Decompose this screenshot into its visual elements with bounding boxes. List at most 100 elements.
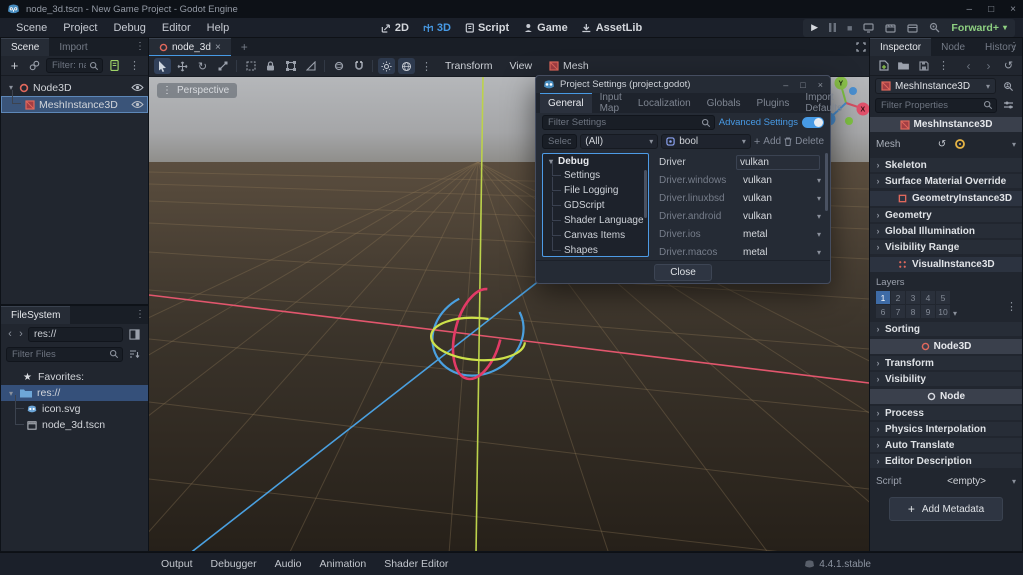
tab-scene[interactable]: Scene xyxy=(1,38,49,56)
setting-type-dropdown[interactable]: bool ▾ xyxy=(661,134,751,149)
selectable-rect-button[interactable] xyxy=(242,58,259,74)
driver-windows-dropdown[interactable]: vulkan▾ xyxy=(740,175,824,186)
driver-linuxbsd-dropdown[interactable]: vulkan▾ xyxy=(740,193,824,204)
renderer-selector[interactable]: Forward+▾ xyxy=(951,22,1007,34)
delete-setting-button[interactable]: Delete xyxy=(784,136,824,147)
scene-tree-menu-icon[interactable]: ⋮ xyxy=(126,58,143,74)
layers-menu-icon[interactable]: ⋮ xyxy=(1006,300,1017,313)
layer-cell-8[interactable]: 8 xyxy=(906,305,920,318)
window-close-button[interactable]: × xyxy=(1010,4,1016,15)
bottom-panel-shader-editor[interactable]: Shader Editor xyxy=(375,558,457,570)
visibility-eye-icon[interactable] xyxy=(131,83,144,92)
section-auto-translate[interactable]: ›Auto Translate xyxy=(870,438,1022,452)
script-dropdown-icon[interactable]: ▾ xyxy=(1012,477,1016,486)
instance-scene-button[interactable] xyxy=(26,58,43,74)
filesystem-menu-icon[interactable]: ⋮ xyxy=(135,309,145,320)
menu-help[interactable]: Help xyxy=(199,22,238,34)
dialog-close-button[interactable]: × xyxy=(818,80,823,90)
inspector-menu-icon[interactable]: ⋮ xyxy=(1009,41,1019,52)
bottom-panel-debugger[interactable]: Debugger xyxy=(202,558,266,570)
section-visibility[interactable]: ›Visibility xyxy=(870,372,1022,386)
move-tool-button[interactable] xyxy=(174,58,191,74)
tab-import[interactable]: Import xyxy=(49,38,97,56)
movie-maker-button[interactable] xyxy=(885,23,896,33)
tab-input-map[interactable]: Input Map xyxy=(592,93,630,113)
play-button[interactable]: ▶ xyxy=(811,22,818,33)
inspector-history-button[interactable]: ↺ xyxy=(1000,58,1017,74)
tab-filesystem[interactable]: FileSystem xyxy=(1,306,70,324)
advanced-settings-toggle[interactable] xyxy=(802,117,824,128)
sort-files-button[interactable] xyxy=(126,346,143,362)
inspector-forward-button[interactable]: › xyxy=(980,58,997,74)
new-scene-tab-button[interactable]: + xyxy=(231,38,258,56)
view-menu[interactable]: View xyxy=(502,60,539,72)
add-metadata-button[interactable]: + Add Metadata xyxy=(889,497,1003,521)
favorites-row[interactable]: ★ Favorites: xyxy=(1,369,148,385)
layer-cell-3[interactable]: 3 xyxy=(906,291,920,304)
layers-expand-icon[interactable]: ▾ xyxy=(953,309,957,318)
attach-script-button[interactable] xyxy=(106,58,123,74)
layer-cell-4[interactable]: 4 xyxy=(921,291,935,304)
inspector-back-button[interactable]: ‹ xyxy=(960,58,977,74)
filter-properties-input[interactable] xyxy=(875,98,997,113)
tab-general[interactable]: General xyxy=(540,93,592,113)
customize-run-button[interactable] xyxy=(929,22,940,33)
split-mode-button[interactable] xyxy=(126,326,143,342)
preview-environment-button[interactable] xyxy=(398,58,415,74)
scene-tab-node3d[interactable]: node_3d × xyxy=(149,38,231,56)
driver-value-field[interactable]: vulkan xyxy=(736,155,820,170)
tab-inspector[interactable]: Inspector xyxy=(870,38,931,56)
resource-options-icon[interactable]: ⋮ xyxy=(935,58,952,74)
dialog-minimize-button[interactable]: – xyxy=(783,80,788,90)
property-filter-options-button[interactable] xyxy=(1000,97,1017,113)
property-row-driver-ios[interactable]: Driver.ios metal▾ xyxy=(655,225,824,243)
revert-mesh-icon[interactable]: ↺ xyxy=(938,139,946,150)
save-resource-button[interactable] xyxy=(915,58,932,74)
layer-cell-9[interactable]: 9 xyxy=(921,305,935,318)
history-forward-button[interactable]: › xyxy=(17,328,25,340)
inspected-object-selector[interactable]: MeshInstance3D ▾ xyxy=(875,78,996,94)
lock-selected-button[interactable] xyxy=(262,58,279,74)
remote-debug-button[interactable] xyxy=(863,23,874,33)
preview-sun-button[interactable] xyxy=(378,58,395,74)
transform-menu[interactable]: Transform xyxy=(438,60,499,72)
driver-macos-dropdown[interactable]: metal▾ xyxy=(740,247,824,258)
switch-3d-button[interactable]: 3D xyxy=(423,22,451,34)
section-skeleton[interactable]: ›Skeleton xyxy=(870,158,1022,172)
setting-name-input[interactable] xyxy=(542,134,577,149)
subheader-geometryinstance3d[interactable]: GeometryInstance3D xyxy=(870,191,1022,206)
tree-item-shapes[interactable]: Shapes xyxy=(543,243,648,257)
window-minimize-button[interactable]: – xyxy=(967,4,973,15)
settings-category-tree[interactable]: ▾Debug Settings File Logging GDScript Sh… xyxy=(542,153,649,257)
tab-import-defaults[interactable]: Import Defaults xyxy=(797,93,850,113)
bottom-panel-output[interactable]: Output xyxy=(152,558,202,570)
driver-android-dropdown[interactable]: vulkan▾ xyxy=(740,211,824,222)
property-row-driver-linuxbsd[interactable]: Driver.linuxbsd vulkan▾ xyxy=(655,189,824,207)
window-maximize-button[interactable]: □ xyxy=(988,4,994,15)
layer-cell-6[interactable]: 6 xyxy=(876,305,890,318)
group-selected-button[interactable] xyxy=(282,58,299,74)
menu-project[interactable]: Project xyxy=(55,22,105,34)
scene-dock-menu-icon[interactable]: ⋮ xyxy=(135,41,145,52)
tab-globals[interactable]: Globals xyxy=(699,93,749,113)
scale-tool-button[interactable] xyxy=(214,58,231,74)
dialog-maximize-button[interactable]: □ xyxy=(800,80,805,90)
ruler-mode-button[interactable] xyxy=(302,58,319,74)
section-visibility-range[interactable]: ›Visibility Range xyxy=(870,240,1022,254)
property-row-driver-windows[interactable]: Driver.windows vulkan▾ xyxy=(655,171,824,189)
rotate-tool-button[interactable]: ↻ xyxy=(194,58,211,74)
section-editor-description[interactable]: ›Editor Description xyxy=(870,454,1022,468)
script-value[interactable]: <empty> xyxy=(947,476,986,487)
bottom-panel-audio[interactable]: Audio xyxy=(266,558,311,570)
property-row-driver[interactable]: Driver vulkan xyxy=(655,153,824,171)
script-property-row[interactable]: Script <empty> ▾ xyxy=(870,470,1022,492)
select-tool-button[interactable] xyxy=(154,58,171,74)
perspective-menu[interactable]: ⋮ Perspective xyxy=(157,83,237,98)
close-tab-icon[interactable]: × xyxy=(215,42,221,53)
feature-filter-dropdown[interactable]: (All) ▾ xyxy=(580,134,658,149)
switch-2d-button[interactable]: 2D xyxy=(381,22,409,34)
subheader-visualinstance3d[interactable]: VisualInstance3D xyxy=(870,257,1022,272)
scene-node-root[interactable]: ▾ Node3D xyxy=(1,79,148,96)
switch-script-button[interactable]: Script xyxy=(465,22,509,34)
file-node3d-tscn-row[interactable]: node_3d.tscn xyxy=(1,417,148,433)
